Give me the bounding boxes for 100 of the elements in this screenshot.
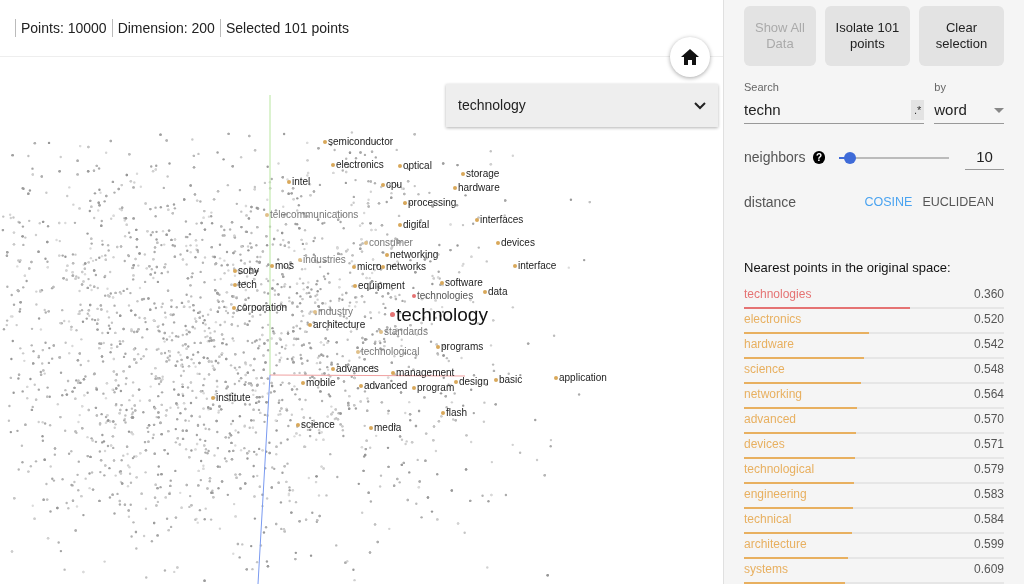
point-label: mos [275,261,294,271]
data-point-icon [385,253,389,257]
distance-value: 0.584 [973,511,1004,528]
point-label: interfaces [480,215,524,225]
data-point-icon [496,241,500,245]
selection-dropdown[interactable]: technology [446,84,718,127]
point-label: storage [466,169,500,179]
nearest-word: technical [744,511,792,528]
nearest-row[interactable]: technological 0.579 [744,459,1004,484]
point-label: basic [499,375,523,385]
nearest-word: electronics [744,311,802,328]
nearest-word: advanced [744,411,797,428]
data-point-icon [296,423,300,427]
data-point-icon [412,386,416,390]
point-label: digital [403,220,430,230]
point-label: devices [501,238,535,248]
neighbors-slider[interactable] [839,150,950,165]
action-button[interactable]: Clear selection [918,6,1004,66]
point-label: sony [238,266,260,276]
chevron-icon [694,101,706,110]
nearest-row[interactable]: hardware 0.542 [744,334,1004,359]
data-point-icon [233,269,237,273]
distance-option[interactable]: EUCLIDEAN [922,192,994,212]
nearest-row[interactable]: electronics 0.520 [744,309,1004,334]
distance-value: 0.520 [973,311,1004,328]
nearest-word: devices [744,436,785,453]
nearest-word: systems [744,561,788,578]
data-point-icon [403,201,407,205]
nearest-title: Nearest points in the original space: [744,258,952,277]
nearest-row[interactable]: technologies 0.360 [744,284,1004,309]
search-field[interactable]: techn .* [744,97,925,124]
data-point-icon [441,411,445,415]
data-point-icon [513,264,517,268]
point-label: technology [396,305,488,324]
data-point-icon [308,323,312,327]
point-label: semiconductor [328,137,394,147]
data-point-icon [323,140,327,144]
point-label: industries [303,255,346,265]
nearest-row[interactable]: architecture 0.599 [744,534,1004,559]
caret-icon [994,107,1004,113]
nearest-row[interactable]: systems 0.609 [744,559,1004,584]
point-label: consumer [369,238,413,248]
action-button[interactable]: Isolate 101 points [824,6,910,66]
point-label: management [396,368,455,378]
data-point-icon [398,223,402,227]
nearest-row[interactable]: technical 0.584 [744,509,1004,534]
status-text: Selected 101 points [225,18,349,38]
data-point-icon [440,281,444,285]
point-label: technological [361,347,420,357]
data-point-icon [461,172,465,176]
data-point-icon [359,384,363,388]
regex-toggle[interactable]: .* [910,100,925,120]
data-point-icon [381,183,385,187]
point-label: networks [386,262,426,272]
distance-value: 0.583 [973,486,1004,503]
distance-value: 0.571 [973,436,1004,453]
search-label: Search [744,80,780,95]
data-point-icon [436,345,440,349]
nearest-row[interactable]: engineering 0.583 [744,484,1004,509]
data-point-icon [391,371,395,375]
home-button[interactable] [670,37,710,77]
nearest-word: architecture [744,536,807,553]
nearest-row[interactable]: devices 0.571 [744,434,1004,459]
point-label: electronics [336,160,384,170]
point-label: equipment [358,281,405,291]
neighbors-field[interactable]: 10 [965,145,1004,170]
point-label: advances [336,364,379,374]
point-label: programs [441,342,484,352]
point-label: technologies [417,291,474,301]
data-point-icon [554,376,558,380]
data-point-icon [287,180,291,184]
by-dropdown[interactable]: word [934,97,1004,124]
point-label: institute [216,393,251,403]
slider-thumb[interactable] [843,151,856,164]
point-label: software [445,278,483,288]
point-label: mobile [306,378,336,388]
data-point-icon [331,367,335,371]
nearest-row[interactable]: networking 0.564 [744,384,1004,409]
data-point-icon [381,265,385,269]
data-point-icon [356,350,360,354]
point-label: micro [357,262,382,272]
point-label: cpu [386,180,403,190]
distance-label: distance [744,192,798,212]
nearest-word: networking [744,386,803,403]
point-label: networking [390,250,439,260]
help-icon[interactable]: ? [812,151,826,164]
data-point-icon [211,396,215,400]
point-label: architecture [313,320,366,330]
point-label: industry [318,307,353,317]
nearest-row[interactable]: advanced 0.570 [744,409,1004,434]
data-point-icon [390,312,395,317]
data-point-icon [453,186,457,190]
nearest-row[interactable]: science 0.548 [744,359,1004,384]
data-point-icon [412,294,416,298]
point-label: hardware [458,183,500,193]
distance-value: 0.564 [973,386,1004,403]
nearest-word: engineering [744,486,807,503]
distance-value: 0.579 [973,461,1004,478]
distance-value: 0.570 [973,411,1004,428]
point-label: telecommunications [270,210,359,220]
